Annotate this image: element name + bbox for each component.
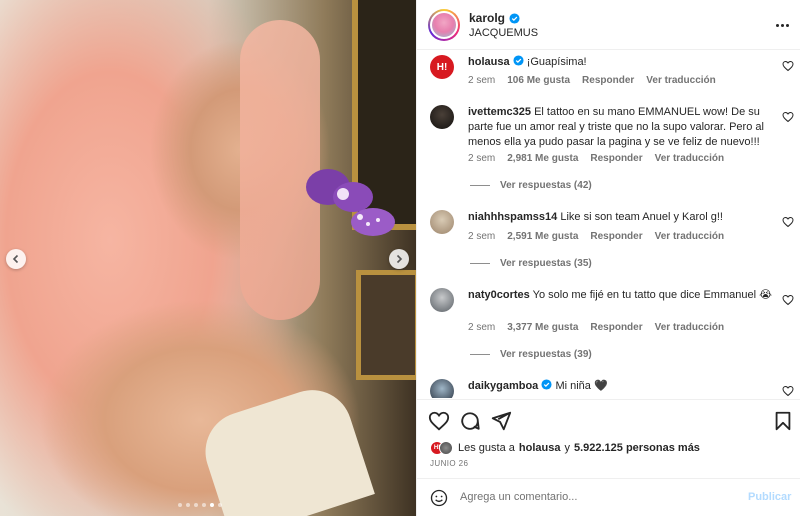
likes-first-user[interactable]: holausa xyxy=(519,442,561,454)
verified-icon xyxy=(509,12,520,24)
comment-body: Mi niña 🖤 xyxy=(555,380,608,392)
carousel-next-button[interactable] xyxy=(389,249,409,269)
post-comment-button[interactable]: Publicar xyxy=(748,491,791,503)
view-replies-button[interactable]: Ver respuestas (42) xyxy=(470,180,592,191)
commenter-avatar[interactable]: H! xyxy=(430,55,454,79)
comment-like-count[interactable]: 2,981 Me gusta xyxy=(507,153,578,164)
heart-icon[interactable] xyxy=(782,216,794,228)
heart-icon[interactable] xyxy=(782,60,794,72)
commenter-avatar[interactable] xyxy=(430,210,454,234)
commenter-avatar[interactable] xyxy=(430,288,454,312)
carousel-dots xyxy=(178,503,222,507)
dress-shape xyxy=(195,379,375,516)
post-location[interactable]: JACQUEMUS xyxy=(469,27,538,39)
bookmark-icon[interactable] xyxy=(772,410,794,432)
comment-text: naty0cortes Yo solo me fijé en tu tatto … xyxy=(468,288,773,303)
author-avatar[interactable] xyxy=(428,9,460,41)
translate-button[interactable]: Ver traducción xyxy=(655,322,724,333)
comment-like-count[interactable]: 106 Me gusta xyxy=(507,75,570,86)
likes-joiner: y xyxy=(564,442,570,454)
more-icon[interactable] xyxy=(773,16,791,34)
commenter-username[interactable]: naty0cortes xyxy=(468,289,530,301)
carousel-dot xyxy=(178,503,182,507)
view-replies-button[interactable]: Ver respuestas (39) xyxy=(470,349,592,360)
comment-like-count[interactable]: 2,591 Me gusta xyxy=(507,231,578,242)
translate-button[interactable]: Ver traducción xyxy=(646,75,715,86)
carousel-dot-active xyxy=(210,503,214,507)
liker-avatar[interactable] xyxy=(439,441,453,455)
comment-meta: 2 sem 3,377 Me gusta Responder Ver tradu… xyxy=(468,322,724,333)
comment-body: ¡Guapísima! xyxy=(526,56,587,68)
post-date[interactable]: JUNIO 26 xyxy=(430,459,468,468)
comment-time[interactable]: 2 sem xyxy=(468,75,495,86)
heart-icon[interactable] xyxy=(428,410,450,432)
likes-summary: H! Les gusta a holausa y 5.922.125 perso… xyxy=(430,441,700,455)
verified-icon xyxy=(541,379,552,390)
reply-button[interactable]: Responder xyxy=(590,153,642,164)
comment-like-count[interactable]: 3,377 Me gusta xyxy=(507,322,578,333)
view-replies-label[interactable]: Ver respuestas (42) xyxy=(500,180,592,191)
commenter-username[interactable]: niahhhspamss14 xyxy=(468,211,557,223)
verified-icon xyxy=(513,55,524,66)
post-actions xyxy=(417,399,800,439)
commenter-avatar[interactable] xyxy=(430,105,454,129)
comment-meta: 2 sem 2,981 Me gusta Responder Ver tradu… xyxy=(468,153,724,164)
carousel-dot xyxy=(194,503,198,507)
heart-icon[interactable] xyxy=(782,385,794,397)
likes-prefix: Les gusta a xyxy=(458,442,515,454)
carousel-dot xyxy=(186,503,190,507)
comment-text: niahhhspamss14 Like si son team Anuel y … xyxy=(468,210,773,225)
carousel-dot xyxy=(202,503,206,507)
author-username-text[interactable]: karolg xyxy=(469,11,505,25)
commenter-username[interactable]: holausa xyxy=(468,56,510,68)
emoji-icon[interactable] xyxy=(430,489,448,507)
post-side-panel: karolg JACQUEMUS H! holausa ¡Guapísima! … xyxy=(416,0,800,516)
heart-icon[interactable] xyxy=(782,294,794,306)
reply-button[interactable]: Responder xyxy=(590,322,642,333)
commenter-username[interactable]: ivettemc325 xyxy=(468,106,531,118)
replies-line xyxy=(470,354,490,355)
translate-button[interactable]: Ver traducción xyxy=(655,153,724,164)
comment-time[interactable]: 2 sem xyxy=(468,231,495,242)
share-icon[interactable] xyxy=(490,410,512,432)
likes-count[interactable]: 5.922.125 personas más xyxy=(574,442,700,454)
comments-list: H! holausa ¡Guapísima! 2 sem 106 Me gust… xyxy=(417,50,800,398)
comment-body: Yo solo me fijé en tu tatto que dice Emm… xyxy=(532,289,772,301)
commenter-username[interactable]: daikygamboa xyxy=(468,380,538,392)
reply-button[interactable]: Responder xyxy=(582,75,634,86)
comment-input[interactable]: Agrega un comentario... xyxy=(460,491,577,503)
comment-meta: 2 sem 2,591 Me gusta Responder Ver tradu… xyxy=(468,231,724,242)
translate-button[interactable]: Ver traducción xyxy=(655,231,724,242)
carousel-dot xyxy=(218,503,222,507)
post-header: karolg JACQUEMUS xyxy=(417,0,800,50)
view-replies-label[interactable]: Ver respuestas (39) xyxy=(500,349,592,360)
replies-line xyxy=(470,263,490,264)
carousel-prev-button[interactable] xyxy=(6,249,26,269)
post-modal: karolg JACQUEMUS H! holausa ¡Guapísima! … xyxy=(0,0,800,516)
comment-body: Like si son team Anuel y Karol g!! xyxy=(560,211,723,223)
comment-text: holausa ¡Guapísima! xyxy=(468,55,773,70)
orchid-flower xyxy=(306,169,395,236)
reply-button[interactable]: Responder xyxy=(590,231,642,242)
chevron-right-icon xyxy=(396,254,403,264)
post-media[interactable] xyxy=(0,0,416,516)
commenter-avatar[interactable] xyxy=(430,379,454,398)
comment-composer: Agrega un comentario... Publicar xyxy=(417,478,800,516)
comment-time[interactable]: 2 sem xyxy=(468,322,495,333)
comment-time[interactable]: 2 sem xyxy=(468,153,495,164)
comment-text: ivettemc325 El tattoo en su mano EMMANUE… xyxy=(468,105,773,150)
replies-line xyxy=(470,185,490,186)
view-replies-button[interactable]: Ver respuestas (35) xyxy=(470,258,592,269)
comment-meta: 2 sem 106 Me gusta Responder Ver traducc… xyxy=(468,75,716,86)
comment-text: daikygamboa Mi niña 🖤 xyxy=(468,379,773,394)
comment-icon[interactable] xyxy=(459,410,481,432)
chevron-left-icon xyxy=(12,254,19,264)
heart-icon[interactable] xyxy=(782,111,794,123)
view-replies-label[interactable]: Ver respuestas (35) xyxy=(500,258,592,269)
background-frame-2 xyxy=(356,270,416,380)
author-username[interactable]: karolg xyxy=(469,11,520,25)
